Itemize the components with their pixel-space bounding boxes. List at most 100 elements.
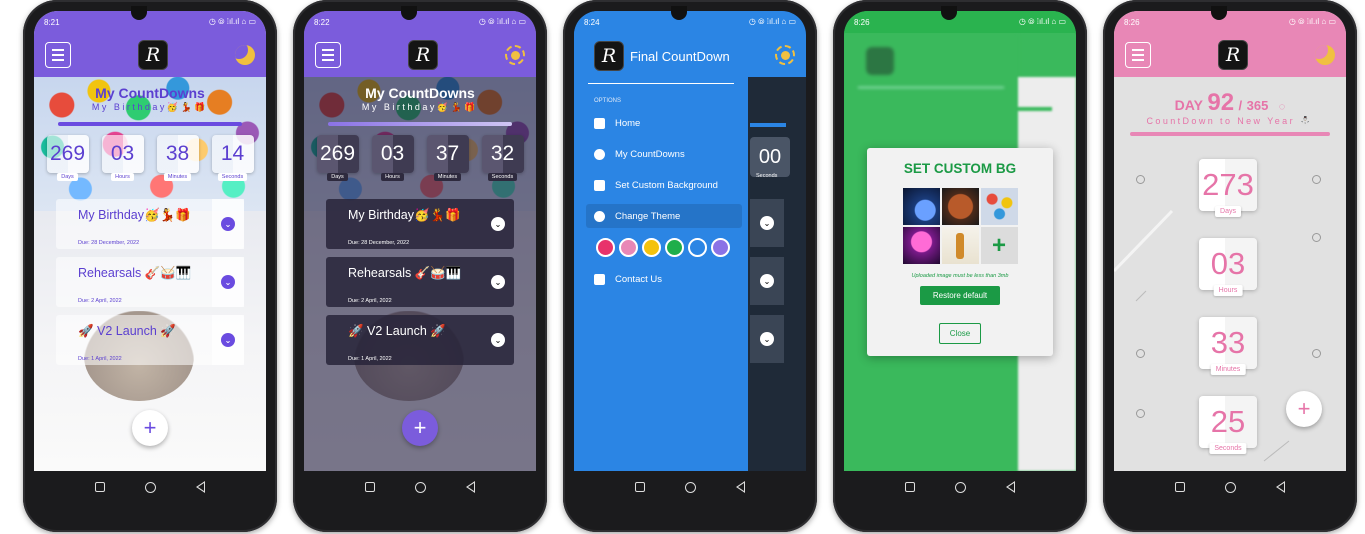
restore-default-button[interactable]: Restore default — [919, 286, 1001, 305]
countdown-card[interactable]: 🚀 V2 Launch 🚀 Due: 1 April, 2022 ⌄ — [326, 315, 514, 365]
countdown-card[interactable]: ⌄ — [750, 315, 784, 363]
recents-icon[interactable] — [1175, 482, 1185, 492]
home-icon[interactable] — [1225, 481, 1236, 493]
app-logo: R — [408, 40, 438, 70]
background-thumbnail-grid: + — [867, 188, 1053, 264]
status-time: 8:26 — [1124, 17, 1140, 27]
countdown-card[interactable]: My Birthday🥳💃🎁 Due: 28 December, 2022 ⌄ — [56, 199, 244, 249]
status-bar: 8:22 ◷ ⦾ ⁞ıl.ıl ⌂ ▭ — [304, 11, 536, 33]
drawer-item-label: Home — [615, 117, 641, 129]
menu-button[interactable] — [45, 42, 71, 68]
add-countdown-button[interactable]: + — [1286, 391, 1322, 427]
tile-days: 269 Days — [316, 135, 359, 181]
recents-icon[interactable] — [95, 482, 105, 492]
sun-icon[interactable] — [775, 45, 795, 65]
theme-color-swatch[interactable] — [596, 238, 615, 257]
chevron-down-icon[interactable]: ⌄ — [221, 217, 235, 231]
countdown-card[interactable]: 🚀 V2 Launch 🚀 Due: 1 April, 2022 ⌄ — [56, 315, 244, 365]
back-icon[interactable] — [1276, 481, 1285, 493]
clock-icon — [594, 148, 605, 160]
home-icon[interactable] — [955, 481, 966, 493]
add-countdown-button[interactable]: + — [132, 410, 168, 446]
drawer-item-custom-bg[interactable]: Set Custom Background — [574, 173, 748, 197]
tile-value: 33 — [1199, 317, 1257, 369]
theme-icon — [594, 210, 605, 222]
home-icon[interactable] — [415, 481, 426, 493]
recents-icon[interactable] — [365, 482, 375, 492]
countdown-name: My Birthday🥳💃🎁 — [78, 208, 191, 222]
chevron-down-icon[interactable]: ⌄ — [760, 274, 774, 288]
chevron-down-icon[interactable]: ⌄ — [221, 275, 235, 289]
countdown-due: Due: 2 April, 2022 — [78, 298, 122, 304]
drawer-item-contact[interactable]: Contact Us — [574, 267, 748, 291]
bg-thumbnail[interactable] — [902, 227, 940, 264]
theme-color-swatch[interactable] — [665, 238, 684, 257]
theme-color-swatch[interactable] — [711, 238, 730, 257]
countdown-card[interactable]: ⌄ — [750, 257, 784, 305]
tile-value: 37 — [426, 135, 469, 173]
moon-icon[interactable] — [235, 45, 255, 65]
menu-button[interactable] — [1125, 42, 1151, 68]
add-countdown-button[interactable]: + — [402, 410, 438, 446]
phone-new-year-pink: 8:26 ◷ ⦾ ⁞ıl.ıl ⌂ ▭ R DAY 92 / 365 ◌ Cou… — [1103, 0, 1357, 532]
system-nav-bar — [23, 471, 277, 503]
chevron-down-icon[interactable]: ⌄ — [760, 216, 774, 230]
bg-thumbnail[interactable] — [980, 188, 1018, 225]
countdown-card[interactable]: My Birthday🥳💃🎁 Due: 28 December, 2022 ⌄ — [326, 199, 514, 249]
add-background-button[interactable]: + — [980, 227, 1018, 264]
status-time: 8:24 — [584, 17, 600, 27]
chevron-down-icon[interactable]: ⌄ — [491, 217, 505, 231]
countdown-card[interactable]: Rehearsals 🎸🥁🎹 Due: 2 April, 2022 ⌄ — [56, 257, 244, 307]
drawer-item-change-theme[interactable]: Change Theme — [586, 204, 742, 228]
navigation-drawer: R Final CountDown OPTIONS Home My CountD… — [574, 11, 748, 471]
countdown-card[interactable]: ⌄ — [750, 199, 784, 247]
custom-bg-dialog: SET CUSTOM BG + Uploaded image must be l… — [867, 148, 1053, 356]
phone-custom-bg-modal: 8:26 ◷ ⦾ ⁞ıl.ıl ⌂ ▭ SET CUSTOM BG + Uplo… — [833, 0, 1087, 532]
theme-color-picker — [574, 228, 748, 257]
app-bar: R — [304, 33, 536, 77]
close-button[interactable]: Close — [938, 323, 982, 344]
chevron-down-icon[interactable]: ⌄ — [760, 332, 774, 346]
pattern-dot — [1312, 233, 1321, 242]
app-logo: R — [1218, 40, 1248, 70]
theme-color-swatch[interactable] — [642, 238, 661, 257]
recents-icon[interactable] — [635, 482, 645, 492]
system-nav-bar — [293, 471, 547, 503]
drawer-item-my-countdowns[interactable]: My CountDowns — [574, 142, 748, 166]
tile-label: Days — [327, 173, 348, 181]
back-icon[interactable] — [466, 481, 475, 493]
home-icon[interactable] — [145, 481, 156, 493]
bg-thumbnail[interactable] — [941, 188, 979, 225]
chevron-down-icon[interactable]: ⌄ — [491, 275, 505, 289]
status-icons: ◷ ⦾ ⁞ıl.ıl ⌂ ▭ — [748, 17, 796, 26]
recents-icon[interactable] — [905, 482, 915, 492]
bg-thumbnail[interactable] — [902, 188, 940, 225]
theme-color-swatch[interactable] — [688, 238, 707, 257]
back-icon[interactable] — [1006, 481, 1015, 493]
countdown-name: 🚀 V2 Launch 🚀 — [78, 324, 176, 338]
countdown-name: My Birthday🥳💃🎁 — [348, 208, 461, 222]
home-icon[interactable] — [685, 481, 696, 493]
countdown-name: Rehearsals 🎸🥁🎹 — [348, 266, 462, 280]
countdown-card[interactable]: Rehearsals 🎸🥁🎹 Due: 2 April, 2022 ⌄ — [326, 257, 514, 307]
tile-label: Seconds — [487, 173, 518, 181]
tile-hours: 03 Hours — [1199, 238, 1257, 298]
tile-days: 273 Days — [1199, 159, 1257, 219]
app-bar: R — [34, 33, 266, 77]
divider — [588, 83, 734, 84]
back-icon[interactable] — [736, 481, 745, 493]
menu-button[interactable] — [315, 42, 341, 68]
chevron-down-icon[interactable]: ⌄ — [221, 333, 235, 347]
whatsapp-icon[interactable]: ◌ — [1279, 101, 1286, 113]
chevron-down-icon[interactable]: ⌄ — [491, 333, 505, 347]
bg-thumbnail[interactable] — [941, 227, 979, 264]
drawer-title: Final CountDown — [630, 48, 730, 64]
sun-icon[interactable] — [505, 45, 525, 65]
tile-value: 38 — [156, 135, 199, 173]
tile-label: Seconds — [1209, 443, 1247, 454]
drawer-item-home[interactable]: Home — [574, 111, 748, 135]
theme-color-swatch[interactable] — [619, 238, 638, 257]
status-icons: ◷ ⦾ ⁞ıl.ıl ⌂ ▭ — [1288, 17, 1336, 26]
moon-icon[interactable] — [1315, 45, 1335, 65]
back-icon[interactable] — [196, 481, 205, 493]
